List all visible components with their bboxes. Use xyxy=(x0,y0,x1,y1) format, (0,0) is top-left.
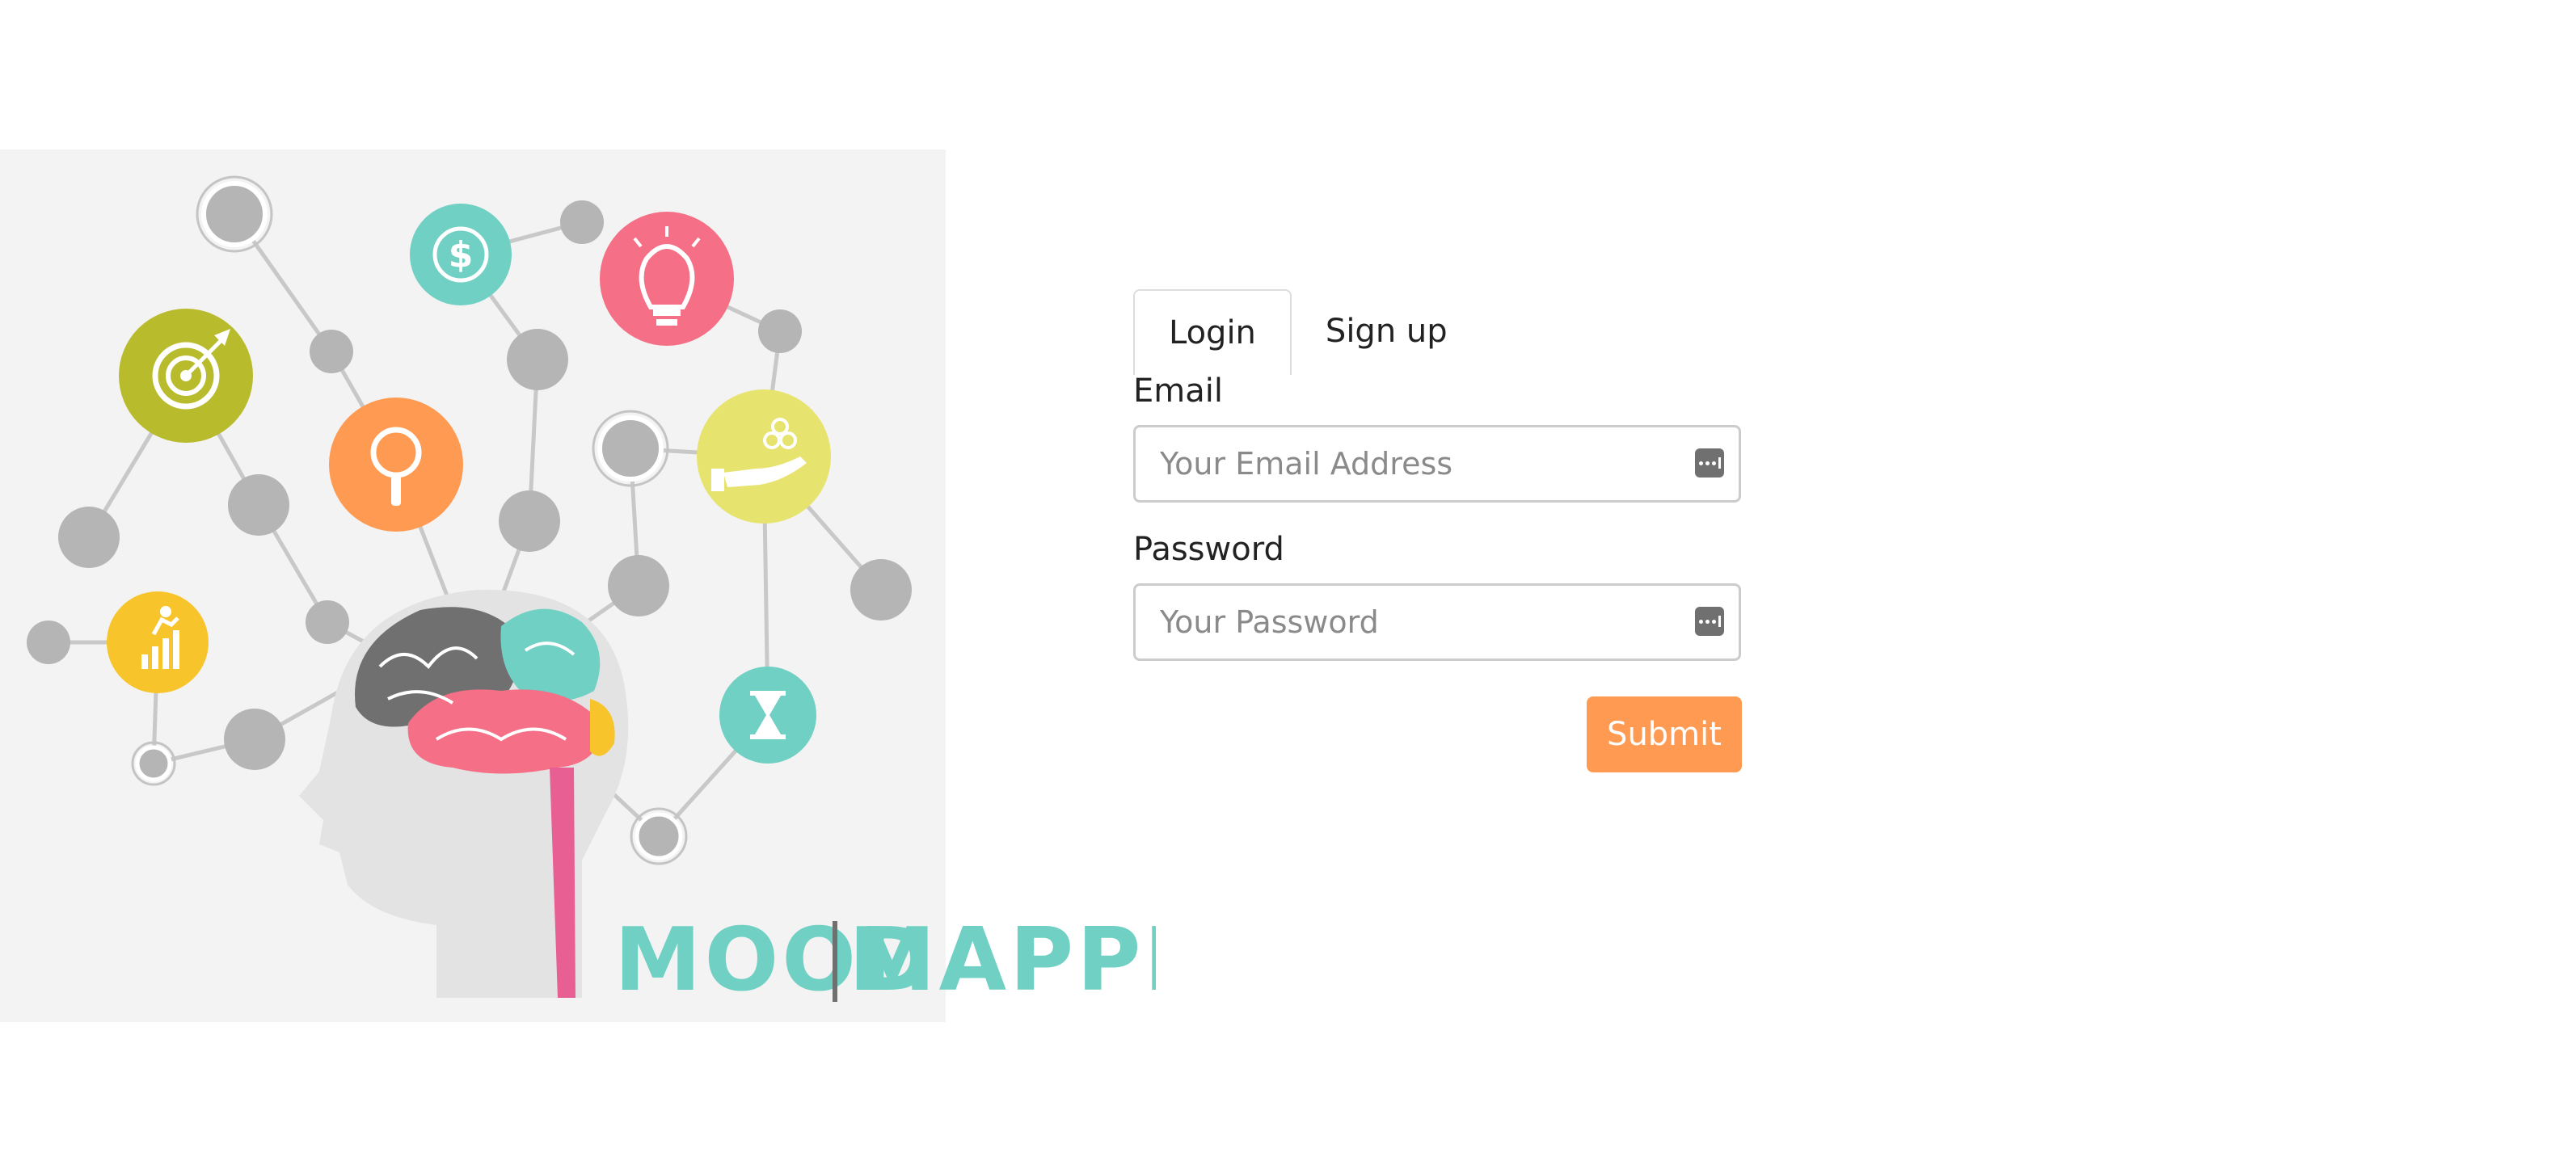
svg-text:$: $ xyxy=(449,234,474,276)
hand-coins-icon xyxy=(697,389,831,524)
password-manager-icon[interactable] xyxy=(1695,448,1724,478)
hourglass-icon xyxy=(719,667,816,764)
password-field[interactable] xyxy=(1160,586,1661,658)
submit-row: Submit xyxy=(1133,661,1742,782)
logo-divider xyxy=(833,921,837,1002)
email-label: Email xyxy=(1133,372,1223,410)
login-form: Email Password Submit xyxy=(1133,372,1742,782)
auth-tabs: Login Sign up xyxy=(1133,289,1739,375)
password-label: Password xyxy=(1133,531,1284,568)
email-field-wrapper xyxy=(1133,425,1741,503)
tab-signup[interactable]: Sign up xyxy=(1292,289,1482,373)
target-icon xyxy=(119,309,253,443)
password-field-wrapper xyxy=(1133,583,1741,661)
tab-login[interactable]: Login xyxy=(1133,289,1292,375)
dollar-icon: $ xyxy=(410,204,512,305)
runner-chart-icon xyxy=(107,591,209,693)
brand-logo: MOOD MAPPER xyxy=(614,910,1156,1011)
hero-illustration: $ MOOD MAPP xyxy=(0,149,1156,1022)
email-field[interactable] xyxy=(1160,427,1661,500)
logo-word-mapper: MAPPER xyxy=(849,910,1156,1011)
lightbulb-icon xyxy=(600,212,734,346)
auth-panel: Login Sign up Email Password Submit xyxy=(1133,289,1742,782)
magnifier-icon xyxy=(329,398,463,532)
password-manager-icon[interactable] xyxy=(1695,607,1724,636)
submit-button[interactable]: Submit xyxy=(1587,696,1742,772)
